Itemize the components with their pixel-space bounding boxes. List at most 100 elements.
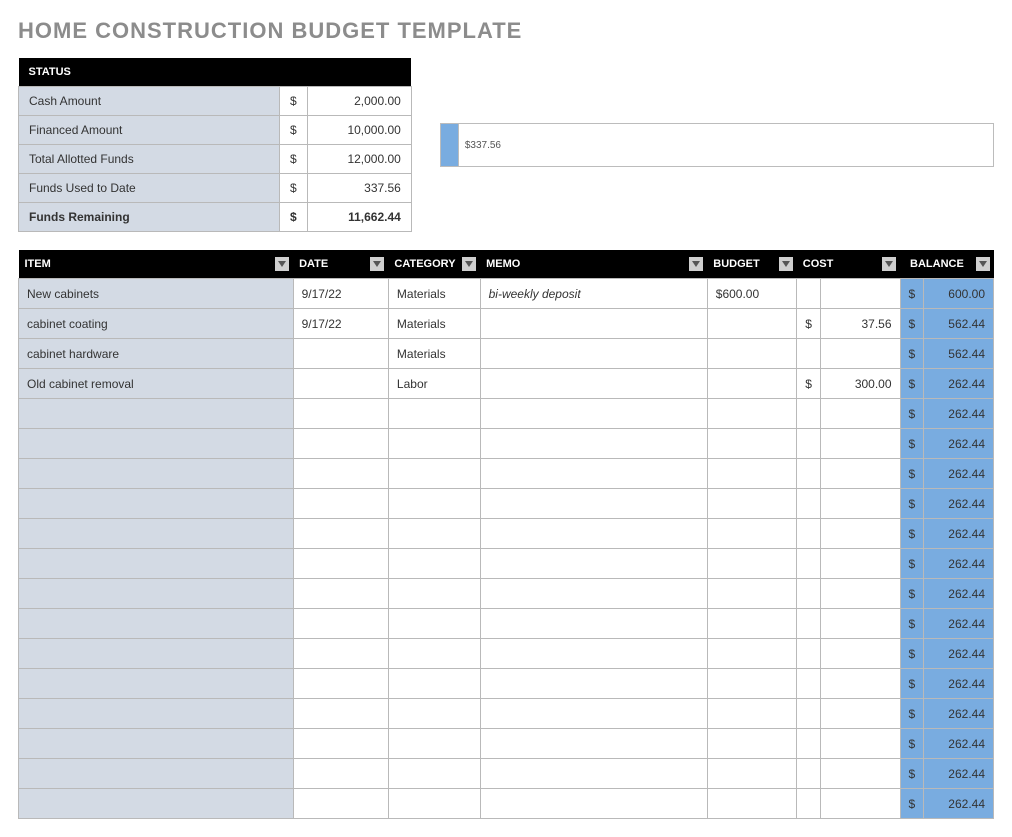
- cell-item[interactable]: cabinet coating: [19, 309, 294, 339]
- cell-memo[interactable]: [480, 579, 707, 609]
- cell-memo[interactable]: [480, 669, 707, 699]
- filter-icon[interactable]: [370, 257, 384, 271]
- filter-icon[interactable]: [275, 257, 289, 271]
- cell-memo[interactable]: [480, 789, 707, 819]
- cell-date[interactable]: [293, 369, 388, 399]
- col-header-memo[interactable]: MEMO: [480, 250, 707, 279]
- cell-item[interactable]: [19, 699, 294, 729]
- cell-cost-value[interactable]: [820, 609, 900, 639]
- cell-cost-value[interactable]: [820, 459, 900, 489]
- cell-memo[interactable]: [480, 309, 707, 339]
- cell-memo[interactable]: [480, 519, 707, 549]
- cell-budget[interactable]: [707, 459, 797, 489]
- filter-icon[interactable]: [689, 257, 703, 271]
- cell-budget[interactable]: [707, 729, 797, 759]
- cell-budget[interactable]: [707, 669, 797, 699]
- col-header-category[interactable]: CATEGORY: [388, 250, 480, 279]
- cell-date[interactable]: [293, 429, 388, 459]
- cell-item[interactable]: [19, 729, 294, 759]
- cell-date[interactable]: [293, 729, 388, 759]
- cell-category[interactable]: [388, 429, 480, 459]
- cell-item[interactable]: [19, 429, 294, 459]
- cell-memo[interactable]: [480, 609, 707, 639]
- cell-item[interactable]: [19, 639, 294, 669]
- cell-memo[interactable]: [480, 399, 707, 429]
- cell-item[interactable]: [19, 459, 294, 489]
- cell-cost-value[interactable]: [820, 639, 900, 669]
- cell-memo[interactable]: bi-weekly deposit: [480, 279, 707, 309]
- cell-item[interactable]: [19, 489, 294, 519]
- cell-category[interactable]: [388, 489, 480, 519]
- col-header-balance[interactable]: BALANCE: [900, 250, 993, 279]
- cell-date[interactable]: [293, 609, 388, 639]
- cell-memo[interactable]: [480, 489, 707, 519]
- cell-item[interactable]: [19, 609, 294, 639]
- cell-date[interactable]: [293, 519, 388, 549]
- cell-cost-value[interactable]: [820, 699, 900, 729]
- cell-item[interactable]: [19, 399, 294, 429]
- cell-date[interactable]: [293, 759, 388, 789]
- cell-memo[interactable]: [480, 549, 707, 579]
- col-header-cost[interactable]: COST: [797, 250, 900, 279]
- cell-date[interactable]: [293, 399, 388, 429]
- cell-category[interactable]: [388, 789, 480, 819]
- cell-category[interactable]: Labor: [388, 369, 480, 399]
- cell-category[interactable]: [388, 399, 480, 429]
- cell-budget[interactable]: [707, 489, 797, 519]
- cell-date[interactable]: [293, 549, 388, 579]
- cell-memo[interactable]: [480, 459, 707, 489]
- cell-category[interactable]: [388, 639, 480, 669]
- cell-budget[interactable]: [707, 759, 797, 789]
- cell-date[interactable]: [293, 339, 388, 369]
- cell-item[interactable]: [19, 669, 294, 699]
- cell-item[interactable]: [19, 789, 294, 819]
- cell-date[interactable]: [293, 459, 388, 489]
- cell-date[interactable]: [293, 699, 388, 729]
- cell-memo[interactable]: [480, 369, 707, 399]
- cell-cost-value[interactable]: [820, 789, 900, 819]
- cell-budget[interactable]: $600.00: [707, 279, 797, 309]
- cell-item[interactable]: [19, 519, 294, 549]
- cell-budget[interactable]: [707, 609, 797, 639]
- cell-memo[interactable]: [480, 429, 707, 459]
- cell-category[interactable]: [388, 759, 480, 789]
- col-header-budget[interactable]: BUDGET: [707, 250, 797, 279]
- cell-memo[interactable]: [480, 639, 707, 669]
- filter-icon[interactable]: [779, 257, 793, 271]
- cell-budget[interactable]: [707, 429, 797, 459]
- cell-category[interactable]: Materials: [388, 309, 480, 339]
- cell-budget[interactable]: [707, 639, 797, 669]
- cell-date[interactable]: 9/17/22: [293, 279, 388, 309]
- cell-item[interactable]: New cabinets: [19, 279, 294, 309]
- cell-category[interactable]: [388, 609, 480, 639]
- cell-budget[interactable]: [707, 369, 797, 399]
- cell-budget[interactable]: [707, 399, 797, 429]
- cell-cost-value[interactable]: [820, 579, 900, 609]
- cell-date[interactable]: [293, 789, 388, 819]
- cell-budget[interactable]: [707, 549, 797, 579]
- cell-item[interactable]: [19, 579, 294, 609]
- cell-budget[interactable]: [707, 789, 797, 819]
- cell-budget[interactable]: [707, 339, 797, 369]
- cell-budget[interactable]: [707, 699, 797, 729]
- cell-budget[interactable]: [707, 579, 797, 609]
- cell-cost-value[interactable]: [820, 489, 900, 519]
- cell-memo[interactable]: [480, 339, 707, 369]
- cell-date[interactable]: [293, 579, 388, 609]
- cell-cost-value[interactable]: 300.00: [820, 369, 900, 399]
- cell-cost-value[interactable]: [820, 729, 900, 759]
- cell-date[interactable]: [293, 639, 388, 669]
- cell-cost-value[interactable]: [820, 429, 900, 459]
- cell-category[interactable]: [388, 669, 480, 699]
- cell-cost-value[interactable]: [820, 399, 900, 429]
- cell-memo[interactable]: [480, 699, 707, 729]
- cell-cost-value[interactable]: [820, 339, 900, 369]
- filter-icon[interactable]: [462, 257, 476, 271]
- cell-category[interactable]: [388, 579, 480, 609]
- cell-category[interactable]: Materials: [388, 339, 480, 369]
- cell-budget[interactable]: [707, 309, 797, 339]
- col-header-item[interactable]: ITEM: [19, 250, 294, 279]
- cell-category[interactable]: [388, 549, 480, 579]
- cell-memo[interactable]: [480, 729, 707, 759]
- cell-budget[interactable]: [707, 519, 797, 549]
